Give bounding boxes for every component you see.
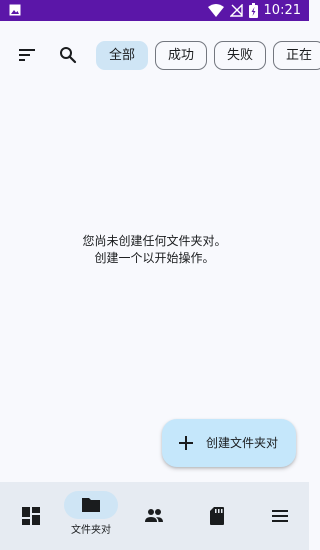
filter-chips: 全部 成功 失败 正在 — [96, 41, 320, 70]
filter-chip-in-progress[interactable]: 正在 — [273, 41, 320, 70]
wifi-icon — [207, 4, 224, 17]
nav-item-accounts[interactable] — [123, 482, 185, 550]
status-indicators: 10:21 — [207, 2, 301, 19]
bottom-navigation: 文件夹对 — [0, 482, 309, 550]
status-bar: 10:21 — [0, 0, 309, 21]
sd-card-icon — [210, 507, 224, 525]
nav-label-folder-pairs: 文件夹对 — [71, 525, 111, 536]
filter-chip-success[interactable]: 成功 — [155, 41, 208, 70]
dashboard-icon — [22, 507, 40, 525]
status-time: 10:21 — [263, 3, 301, 18]
filter-chip-all[interactable]: 全部 — [96, 41, 149, 70]
nav-item-storage[interactable] — [186, 482, 248, 550]
toolbar: 全部 成功 失败 正在 — [0, 21, 320, 89]
image-notification-icon — [9, 4, 21, 16]
sort-icon[interactable] — [13, 41, 41, 69]
folder-icon — [82, 498, 100, 512]
empty-state-line-1: 您尚未创建任何文件夹对。 — [82, 234, 227, 248]
nav-item-menu[interactable] — [249, 482, 311, 550]
create-folder-pair-button[interactable]: 创建文件夹对 — [162, 419, 296, 467]
people-icon — [145, 509, 163, 522]
nav-item-folder-pairs[interactable]: 文件夹对 — [60, 482, 122, 550]
create-folder-pair-label: 创建文件夹对 — [206, 436, 279, 450]
no-signal-icon — [229, 4, 243, 17]
battery-charging-icon — [248, 3, 258, 18]
nav-item-dashboard[interactable] — [0, 482, 62, 550]
menu-icon — [272, 510, 288, 522]
empty-state-line-2: 创建一个以开始操作。 — [94, 251, 215, 265]
empty-state-message: 您尚未创建任何文件夹对。 创建一个以开始操作。 — [0, 233, 309, 267]
search-icon[interactable] — [54, 41, 82, 69]
filter-chip-failed[interactable]: 失败 — [214, 41, 267, 70]
add-icon — [179, 436, 193, 450]
